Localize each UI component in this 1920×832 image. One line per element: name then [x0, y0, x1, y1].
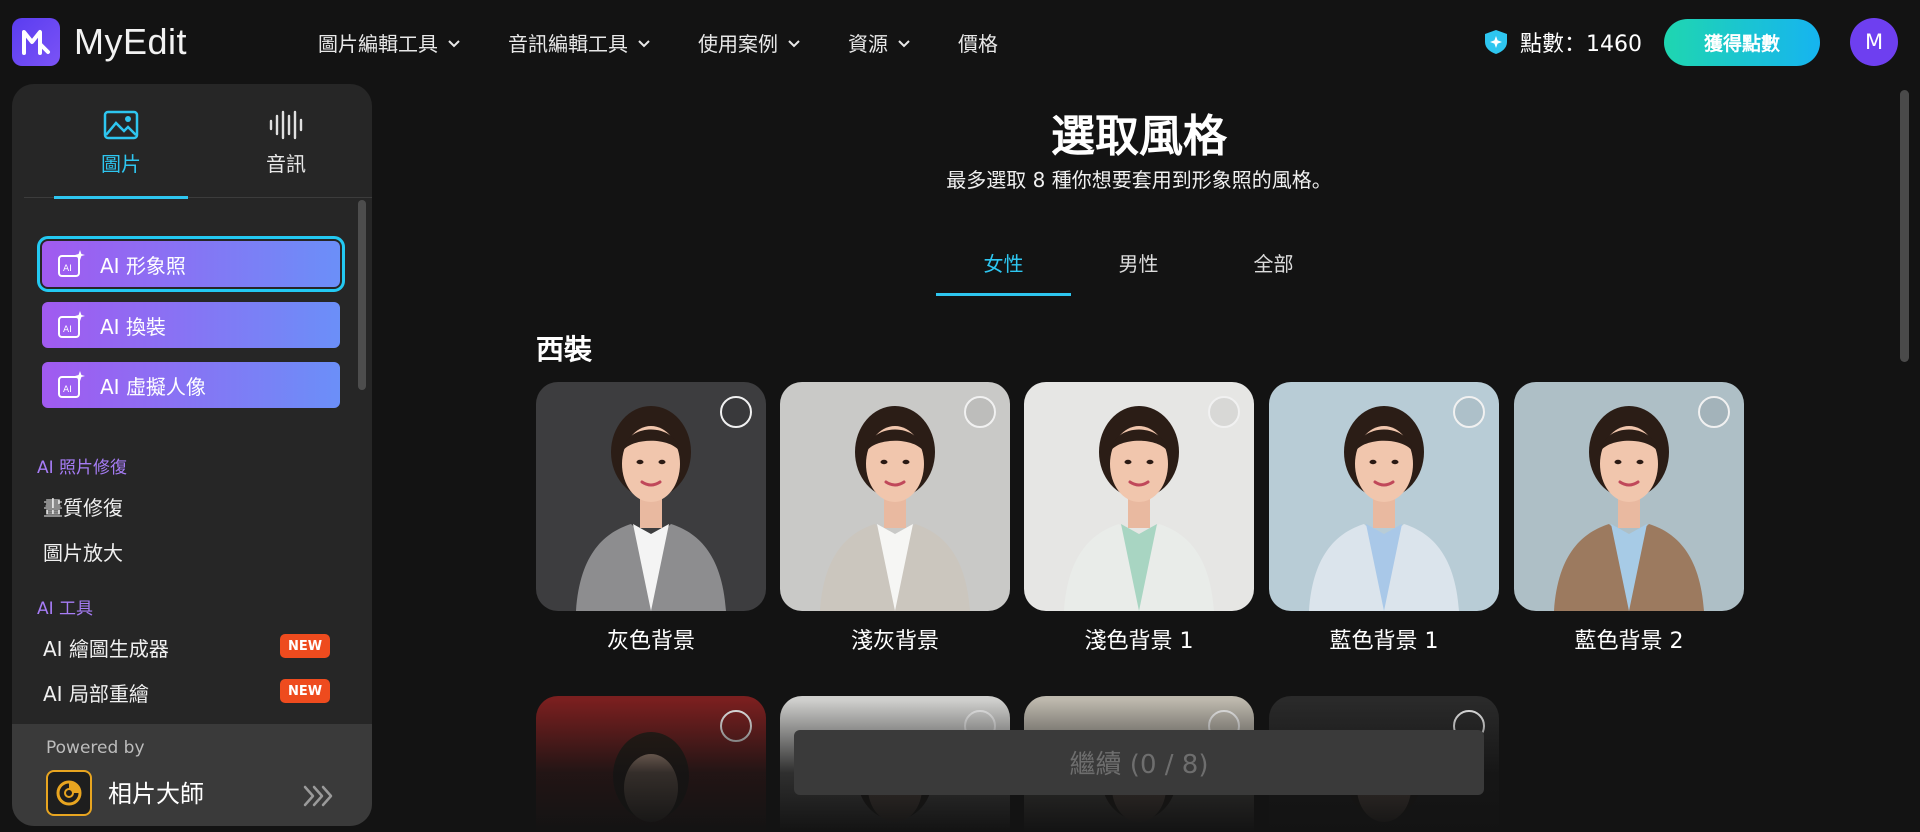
style-label: 淺灰背景: [850, 629, 939, 654]
chevron-down-icon: [788, 39, 800, 47]
sidebar-scrollbar[interactable]: [358, 200, 366, 390]
tab-all[interactable]: 全部: [1206, 234, 1341, 296]
ai-sparkle-icon: AI: [58, 371, 85, 398]
myedit-logo-icon: [12, 18, 60, 66]
nav-label: 價格: [958, 32, 998, 56]
style-label: 藍色背景 2: [1574, 629, 1684, 654]
continue-button[interactable]: 繼續 (0 / 8): [794, 730, 1484, 795]
nav-label: 圖片編輯工具: [318, 32, 438, 56]
style-label: 灰色背景: [606, 629, 695, 654]
page-subtitle: 最多選取 8 種你想要套用到形象照的風格。: [946, 168, 1332, 192]
nav-label: 音訊編輯工具: [508, 32, 628, 56]
ai-outfit-button[interactable]: AI AI 換裝: [42, 302, 340, 348]
style-thumbnail[interactable]: [536, 382, 766, 611]
style-select-radio[interactable]: [1698, 396, 1730, 428]
category-title: 西裝: [536, 333, 593, 366]
style-thumbnail[interactable]: [780, 382, 1010, 611]
points-text: 點數：1460: [1520, 32, 1642, 57]
nav-audio-tools[interactable]: 音訊編輯工具: [508, 28, 652, 57]
nav-image-tools[interactable]: 圖片編輯工具: [318, 28, 462, 57]
section-title-ai-tools: AI 工具: [37, 599, 94, 619]
style-select-radio[interactable]: [1208, 396, 1240, 428]
gender-tabs: 女性 男性 全部: [936, 234, 1341, 296]
style-select-radio[interactable]: [720, 396, 752, 428]
svg-text:AI: AI: [63, 264, 72, 274]
ai-button-label: AI 形象照: [100, 253, 186, 278]
new-badge: NEW: [280, 679, 330, 703]
main-nav: 圖片編輯工具 音訊編輯工具 使用案例 資源 價格: [318, 28, 998, 57]
app-name: MyEdit: [74, 21, 188, 62]
main-scrollbar[interactable]: [1900, 90, 1909, 362]
powered-by-panel[interactable]: Powered by 相片大師: [12, 724, 372, 826]
sidebar-item-upscale[interactable]: 圖片放大: [43, 537, 123, 566]
svg-text:AI: AI: [63, 385, 72, 395]
chevron-down-icon: [448, 39, 460, 47]
style-select-radio[interactable]: [1453, 396, 1485, 428]
powered-by-product: 相片大師: [108, 780, 204, 808]
nav-resources[interactable]: 資源: [848, 28, 912, 57]
section-title-photo-repair: AI 照片修復: [37, 458, 128, 478]
nav-use-cases[interactable]: 使用案例: [698, 28, 802, 57]
photodirector-logo-icon: [46, 770, 92, 816]
sidebar-item-quality-repair[interactable]: 畫質修復: [43, 492, 123, 521]
sidebar: 圖片 音訊 AI AI 形象照 AI AI 換裝 AI AI 虛擬人像 AI 照…: [12, 84, 372, 826]
sidebar-item-ai-inpaint[interactable]: AI 局部重繪: [43, 678, 149, 707]
style-card[interactable]: 淺灰背景: [780, 382, 1010, 655]
get-points-button[interactable]: 獲得點數: [1664, 19, 1820, 66]
sidebar-item-ai-image-generator[interactable]: AI 繪圖生成器: [43, 633, 169, 662]
ai-headshot-button[interactable]: AI AI 形象照: [37, 236, 345, 292]
top-bar: MyEdit 圖片編輯工具 音訊編輯工具 使用案例 資源 價格 點數：1460 …: [0, 0, 1920, 84]
style-thumbnail[interactable]: [1269, 382, 1499, 611]
chevron-down-icon: [898, 39, 910, 47]
style-label: 藍色背景 1: [1329, 629, 1439, 654]
style-thumbnail[interactable]: [1024, 382, 1254, 611]
ai-sparkle-icon: AI: [58, 311, 85, 338]
ai-button-label: AI 虛擬人像: [100, 374, 206, 399]
style-card[interactable]: 灰色背景: [536, 382, 766, 655]
tab-female[interactable]: 女性: [936, 234, 1071, 296]
user-avatar[interactable]: M: [1850, 18, 1898, 66]
points-shield-icon: [1485, 30, 1507, 54]
points-display: 點數：1460: [1482, 26, 1642, 58]
triple-chevron-right-icon: [303, 785, 333, 807]
ai-avatar-button[interactable]: AI AI 虛擬人像: [42, 362, 340, 408]
powered-by-label: Powered by: [46, 738, 145, 758]
style-card[interactable]: 淺色背景 1: [1024, 382, 1254, 655]
style-label: 淺色背景 1: [1084, 629, 1194, 654]
svg-text:AI: AI: [63, 325, 72, 335]
ai-sparkle-icon: AI: [58, 250, 85, 277]
tab-male[interactable]: 男性: [1071, 234, 1206, 296]
style-card[interactable]: 藍色背景 1: [1269, 382, 1499, 655]
app-logo[interactable]: MyEdit: [12, 18, 187, 66]
chevron-down-icon: [638, 39, 650, 47]
nav-pricing[interactable]: 價格: [958, 28, 998, 57]
style-thumbnail[interactable]: [1514, 382, 1744, 611]
style-select-radio[interactable]: [964, 396, 996, 428]
page-title: 選取風格: [1051, 111, 1227, 162]
nav-label: 使用案例: [698, 32, 778, 56]
style-card[interactable]: 藍色背景 2: [1514, 382, 1744, 655]
ai-button-label: AI 換裝: [100, 314, 166, 339]
new-badge: NEW: [280, 634, 330, 658]
nav-label: 資源: [848, 32, 888, 56]
